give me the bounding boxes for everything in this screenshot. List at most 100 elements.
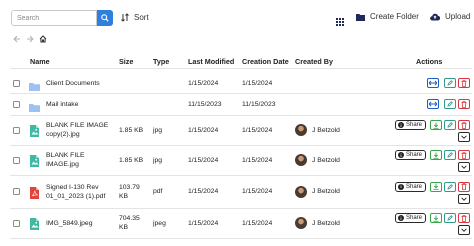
- row-checkbox[interactable]: [13, 219, 20, 227]
- file-size: 103.79: [119, 183, 140, 191]
- edit-icon: [447, 101, 453, 107]
- share-label: Share: [406, 122, 423, 128]
- last-modified: 11/15/2023: [188, 100, 222, 108]
- edit-button[interactable]: [444, 150, 456, 160]
- last-modified: 1/15/2024: [188, 188, 219, 195]
- header-type[interactable]: Type: [153, 57, 169, 66]
- row-checkbox[interactable]: [13, 156, 20, 164]
- delete-button[interactable]: [458, 99, 470, 109]
- pdf-file-icon: [30, 186, 39, 204]
- row-divider: [10, 175, 472, 176]
- search-icon: [101, 14, 109, 22]
- image-file-icon: [30, 154, 39, 172]
- image-file-icon: [30, 124, 39, 142]
- delete-button[interactable]: [458, 150, 470, 160]
- header-creation-date[interactable]: Creation Date: [242, 57, 289, 66]
- header-name[interactable]: Name: [30, 57, 50, 66]
- row-divider: [10, 115, 472, 116]
- download-icon: [433, 122, 439, 129]
- file-name[interactable]: Mail intake: [46, 100, 79, 109]
- delete-button[interactable]: [458, 78, 470, 88]
- edit-button[interactable]: [444, 213, 456, 223]
- creation-date: 1/15/2024: [242, 188, 273, 195]
- file-name[interactable]: BLANK FILE IMAGE: [46, 121, 108, 130]
- row-divider: [10, 145, 472, 146]
- avatar: [295, 217, 307, 229]
- sort-label: Sort: [134, 13, 149, 22]
- share-label: Share: [406, 152, 423, 158]
- edit-icon: [447, 215, 453, 221]
- move-button[interactable]: [427, 78, 439, 88]
- download-button[interactable]: [430, 150, 442, 160]
- home-icon[interactable]: [39, 35, 47, 43]
- created-by-name: J Betzold: [312, 188, 340, 195]
- image-file-icon: [30, 217, 39, 235]
- delete-button[interactable]: [458, 181, 470, 192]
- grid-icon: [336, 18, 344, 26]
- share-button[interactable]: i Share: [395, 181, 427, 192]
- download-button[interactable]: [430, 181, 442, 192]
- download-icon: [433, 152, 439, 159]
- download-button[interactable]: [430, 213, 442, 223]
- more-options-dropdown[interactable]: [458, 132, 470, 142]
- row-checkbox[interactable]: [13, 188, 20, 195]
- edit-button[interactable]: [444, 78, 456, 88]
- row-checkbox[interactable]: [13, 79, 20, 87]
- header-divider: [10, 68, 472, 69]
- create-folder-button[interactable]: Create Folder: [356, 12, 419, 21]
- search-button[interactable]: [97, 10, 113, 26]
- grid-view-button[interactable]: [336, 13, 344, 31]
- row-checkbox[interactable]: [13, 126, 20, 134]
- created-by-name: J Betzold: [312, 126, 340, 134]
- move-icon: [429, 80, 437, 86]
- cloud-upload-icon: [430, 13, 440, 21]
- last-modified: 1/15/2024: [188, 156, 219, 164]
- info-icon: i: [398, 122, 404, 128]
- edit-button[interactable]: [444, 99, 456, 109]
- file-name[interactable]: BLANK FILE: [46, 151, 85, 160]
- header-created-by[interactable]: Created By: [295, 57, 333, 66]
- info-icon: i: [398, 183, 404, 190]
- last-modified: 1/15/2024: [188, 219, 219, 227]
- file-type: jpeg: [153, 219, 166, 227]
- share-button[interactable]: i Share: [395, 120, 427, 130]
- back-arrow-icon[interactable]: [13, 35, 21, 43]
- delete-button[interactable]: [458, 213, 470, 223]
- forward-arrow-icon[interactable]: [26, 35, 34, 43]
- sort-button[interactable]: Sort: [121, 13, 149, 22]
- edit-button[interactable]: [444, 181, 456, 192]
- more-options-dropdown[interactable]: [458, 193, 470, 204]
- file-name[interactable]: 01_01_2023 (1).pdf: [46, 192, 105, 201]
- share-label: Share: [406, 215, 423, 221]
- file-name[interactable]: Client Documents: [46, 79, 100, 88]
- share-button[interactable]: i Share: [395, 213, 427, 223]
- move-button[interactable]: [427, 99, 439, 109]
- file-type: pdf: [153, 188, 163, 195]
- creation-date: 1/15/2024: [242, 156, 273, 164]
- upload-button[interactable]: Upload: [430, 12, 470, 21]
- file-name[interactable]: copy(2).jpg: [46, 130, 80, 139]
- more-options-dropdown[interactable]: [458, 225, 470, 235]
- header-size[interactable]: Size: [119, 57, 133, 66]
- sort-icon: [121, 13, 129, 22]
- file-name[interactable]: Signed I-130 Rev: [46, 183, 99, 192]
- delete-icon: [461, 214, 467, 222]
- upload-label: Upload: [445, 12, 471, 21]
- more-options-dropdown[interactable]: [458, 162, 470, 172]
- delete-button[interactable]: [458, 120, 470, 130]
- file-type: jpg: [153, 126, 163, 134]
- info-icon: i: [398, 215, 404, 221]
- share-button[interactable]: i Share: [395, 150, 427, 160]
- last-modified: 1/15/2024: [188, 126, 219, 134]
- chevron-down-icon: [461, 196, 467, 201]
- download-button[interactable]: [430, 120, 442, 130]
- file-name[interactable]: IMG_5849.jpeg: [46, 219, 92, 228]
- search-input[interactable]: [11, 10, 97, 26]
- file-name[interactable]: IMAGE.jpg: [46, 160, 79, 169]
- download-icon: [433, 215, 439, 222]
- creation-date: 1/15/2024: [242, 79, 273, 87]
- row-checkbox[interactable]: [13, 100, 20, 108]
- edit-button[interactable]: [444, 120, 456, 130]
- header-last-modified[interactable]: Last Modified: [188, 57, 234, 66]
- creation-date: 1/15/2024: [242, 126, 273, 134]
